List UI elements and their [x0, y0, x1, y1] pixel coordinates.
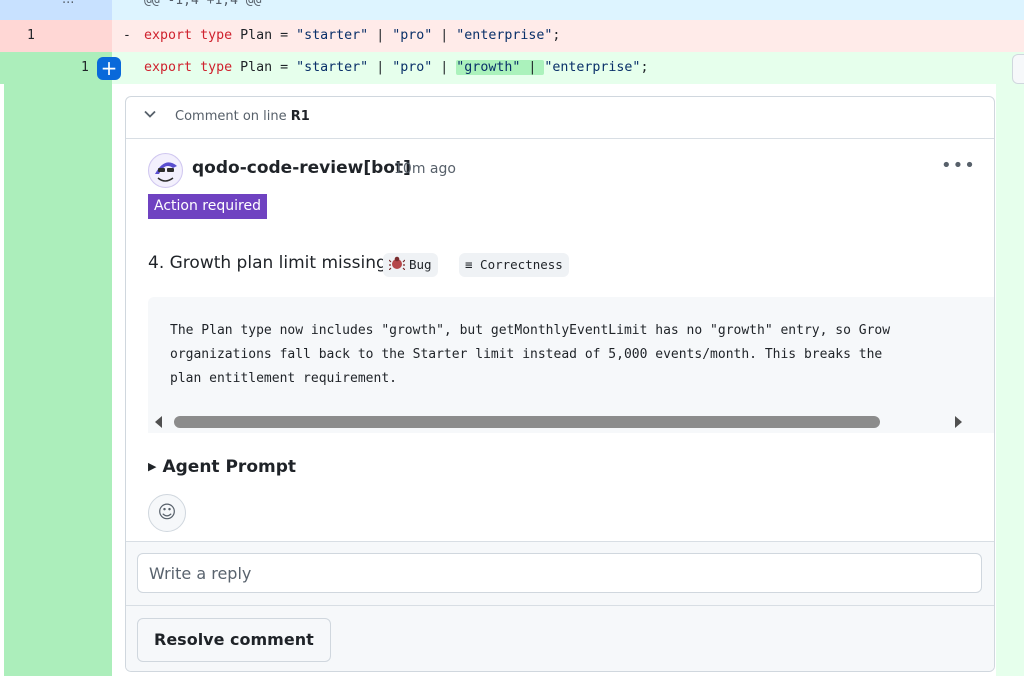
deleted-line-row: 1 - export type Plan = "starter" | "pro"…	[0, 20, 1024, 52]
scroll-left-arrow-icon[interactable]	[155, 416, 162, 428]
added-line-code: export type Plan = "starter" | "pro" | "…	[144, 60, 649, 75]
comment-thread-header[interactable]: Comment on line R1	[126, 97, 994, 139]
resolve-comment-button[interactable]: Resolve comment	[137, 618, 331, 662]
bug-tag-label: Bug	[408, 257, 432, 272]
string-literal: "pro"	[392, 28, 433, 43]
add-reaction-button[interactable]: ☺	[148, 494, 186, 532]
identifier: Plan =	[232, 60, 297, 75]
review-comment-panel: Comment on line R1 qodo-code-review[bot]…	[125, 96, 995, 672]
identifier: Plan =	[232, 28, 297, 43]
agent-prompt-label: Agent Prompt	[162, 457, 297, 477]
more-options-icon[interactable]: •••	[941, 155, 976, 176]
description-line: plan entitlement requirement.	[170, 371, 397, 386]
string-literal: "enterprise"	[544, 60, 641, 75]
chevron-down-icon[interactable]	[143, 107, 157, 121]
description-line: The Plan type now includes "growth", but…	[170, 323, 891, 338]
disclosure-triangle-icon: ▶	[148, 460, 157, 473]
deleted-sign: -	[123, 28, 131, 43]
bot-avatar-icon	[149, 154, 182, 187]
finding-description-block: The Plan type now includes "growth", but…	[148, 297, 994, 429]
keyword: type	[200, 60, 233, 75]
string-literal: "enterprise"	[456, 28, 553, 43]
scrollbar-thumb[interactable]	[174, 416, 880, 428]
add-comment-button[interactable]: +	[97, 57, 121, 80]
string-literal: "pro"	[392, 60, 433, 75]
deleted-line-gutter: 1	[0, 20, 112, 52]
added-line-gutter: 1	[0, 52, 112, 84]
punctuation: ;	[552, 28, 561, 43]
bug-icon	[388, 254, 406, 278]
keyword: export	[144, 60, 193, 75]
deleted-line-code: export type Plan = "starter" | "pro" | "…	[144, 28, 561, 43]
hunk-header-row: ... @@ -1,4 +1,4 @@	[0, 0, 1024, 20]
keyword: type	[200, 28, 233, 43]
comment-author[interactable]: qodo-code-review[bot]	[192, 158, 411, 178]
string-literal: "starter"	[296, 28, 369, 43]
finding-description: The Plan type now includes "growth", but…	[170, 319, 890, 391]
keyword: export	[144, 28, 193, 43]
reply-area: Resolve comment	[126, 541, 994, 671]
correctness-tag: ≡ Correctness	[459, 253, 569, 277]
status-badge: Action required	[148, 194, 267, 219]
comment-location: Comment on line R1	[175, 109, 310, 124]
finding-title: 4. Growth plan limit missing	[148, 253, 387, 273]
added-string-literal: "growth"	[456, 60, 521, 75]
gutter-continuation	[4, 84, 112, 676]
expand-menu-button[interactable]	[1012, 54, 1024, 84]
added-line-row: 1 + export type Plan = "starter" | "pro"…	[0, 52, 1024, 84]
new-line-number[interactable]: 1	[81, 60, 89, 75]
hunk-expand-dots[interactable]: ...	[62, 0, 74, 7]
avatar[interactable]	[148, 153, 183, 188]
comment-line-ref: R1	[290, 109, 310, 124]
added-background-continuation	[996, 84, 1024, 676]
agent-prompt-toggle[interactable]: ▶ Agent Prompt	[148, 457, 296, 477]
reply-input[interactable]	[137, 553, 982, 593]
description-line: organizations fall back to the Starter l…	[170, 347, 883, 362]
comment-timestamp[interactable]: 10m ago	[394, 161, 456, 177]
hunk-header-text: @@ -1,4 +1,4 @@	[144, 0, 262, 8]
string-literal: "starter"	[296, 60, 369, 75]
divider	[126, 605, 994, 606]
punctuation: ;	[640, 60, 649, 75]
old-line-number[interactable]: 1	[27, 28, 35, 43]
scroll-right-arrow-icon[interactable]	[955, 416, 962, 428]
smiley-icon: ☺	[157, 502, 177, 523]
hunk-gutter: ...	[0, 0, 112, 20]
horizontal-scrollbar[interactable]	[148, 411, 994, 433]
comment-location-prefix: Comment on line	[175, 109, 291, 124]
bug-tag: Bug	[383, 253, 438, 277]
